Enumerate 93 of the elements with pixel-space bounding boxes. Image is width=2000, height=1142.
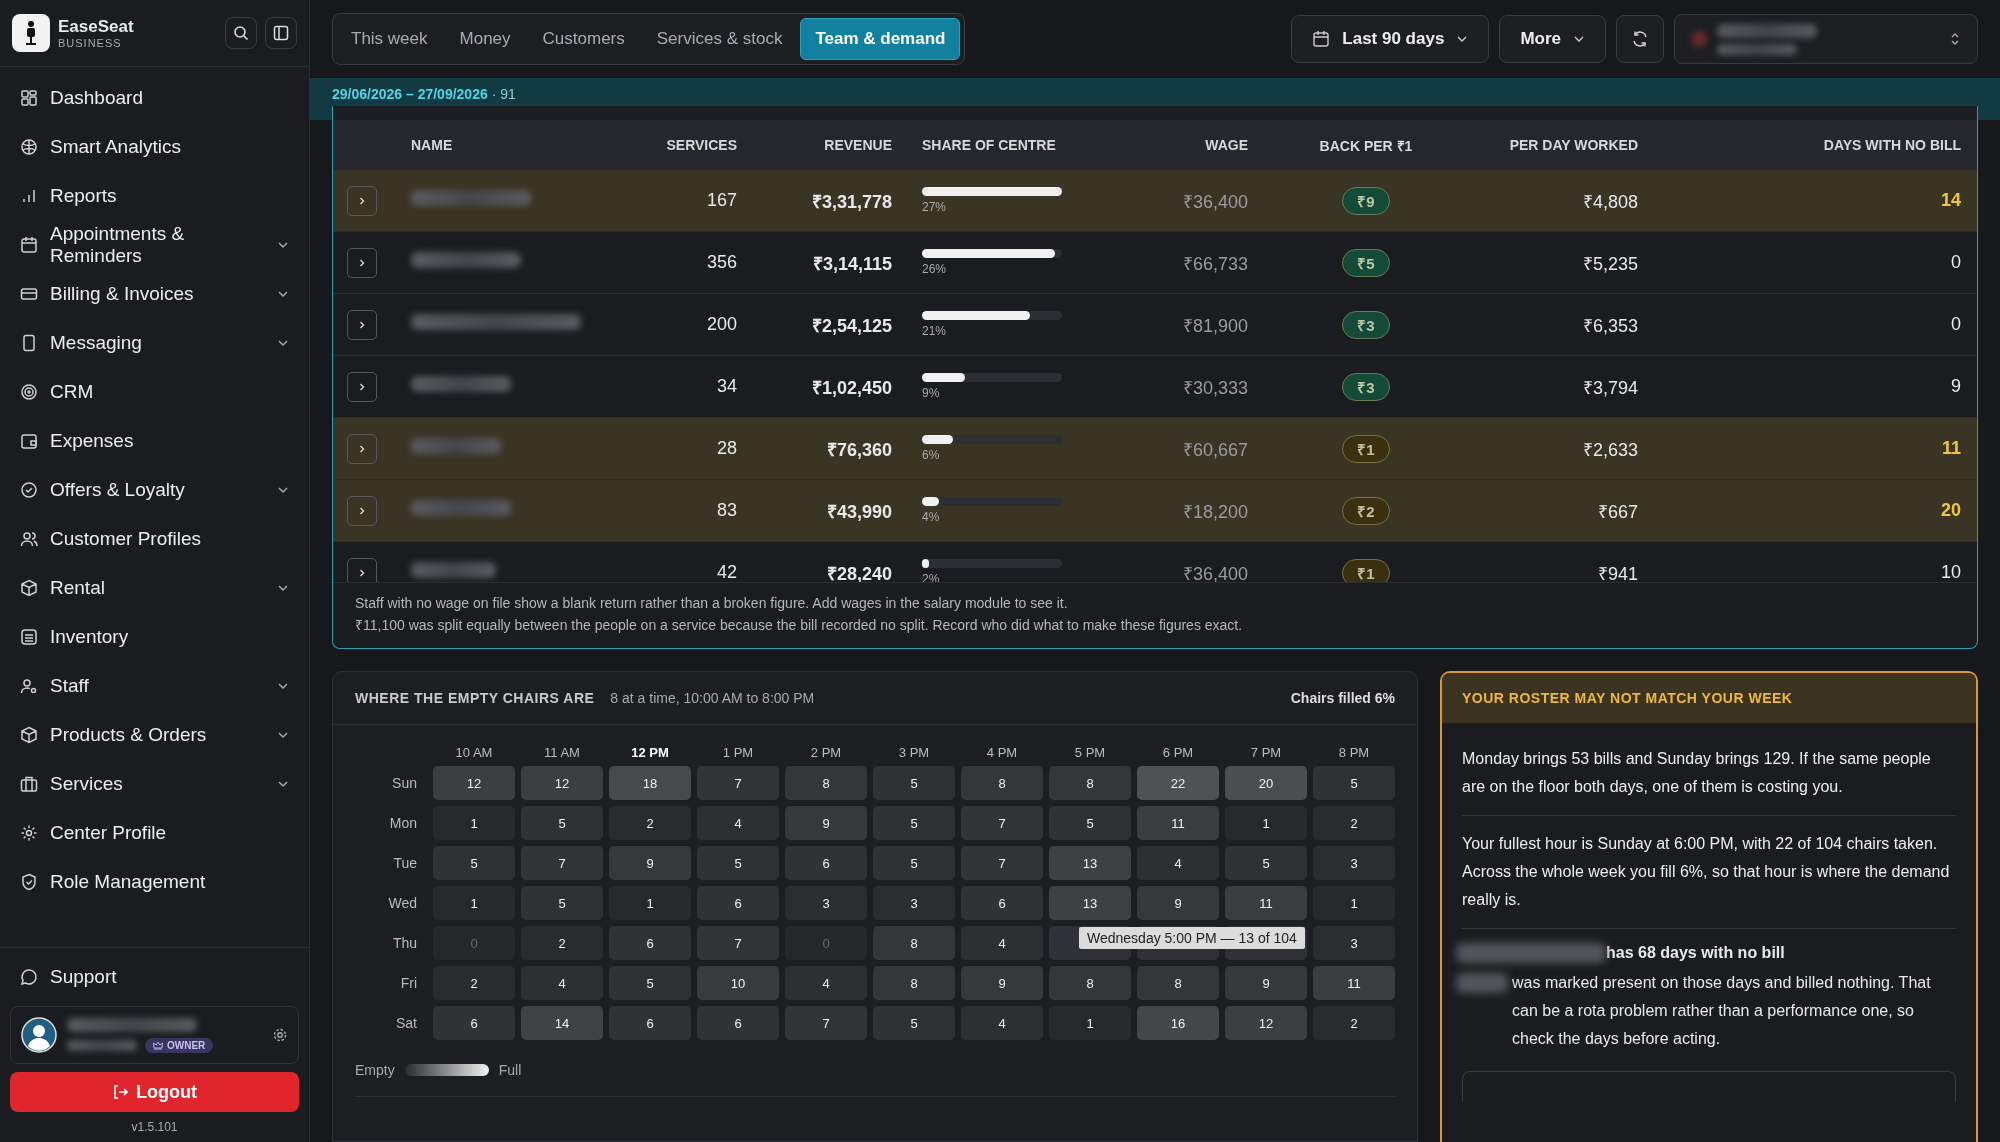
- hour-label: 2 PM: [809, 745, 843, 760]
- column-header: DAYS WITH NO BILL: [1822, 137, 1962, 153]
- table-cell-text: 9: [1950, 376, 1962, 397]
- table-cell-text: ₹3,31,778: [810, 190, 893, 213]
- table-cell-text: 0: [1950, 314, 1962, 335]
- table-cell-text: 356: [705, 252, 738, 273]
- return-badge: ₹1: [1342, 558, 1390, 582]
- table-cell-text: 200: [705, 314, 738, 335]
- panel-title: YOUR ROSTER MAY NOT MATCH YOUR WEEK: [1462, 690, 1793, 706]
- table-note: Staff with no wage on file show a blank return rather than a broken figure. Add wages in the salary module to see it.: [355, 595, 1069, 611]
- return-badge: ₹3: [1342, 310, 1390, 339]
- insight-text: Monday brings 53 bills and Sunday brings 129. If the same people are on the floor both days, one of them is costing you.: [1462, 749, 1932, 797]
- share-percent: 6%: [922, 448, 941, 462]
- table-cell-text: ₹5,235: [1581, 252, 1639, 275]
- share-percent: 21%: [922, 324, 948, 338]
- table-cell-text: ₹81,900: [1181, 314, 1249, 337]
- fill-summary: Chairs filled 6%: [1290, 690, 1395, 706]
- table-note: ₹11,100 was split equally between the people on a service because the bill recorded no split. Record who did what to make these figures exact.: [355, 616, 1244, 634]
- day-label: Tue: [392, 855, 418, 871]
- table-cell-text: ₹6,353: [1581, 314, 1639, 337]
- legend-label: Empty: [355, 1062, 395, 1078]
- hour-label: 12 PM: [630, 745, 670, 760]
- table-cell-text: 11: [1940, 438, 1962, 459]
- table-cell-text: 34: [715, 376, 738, 397]
- hour-label: 10 AM: [454, 745, 494, 760]
- brand-tagline: BUSINESS: [58, 37, 123, 49]
- day-label: Sat: [395, 1015, 418, 1031]
- hour-label: 6 PM: [1161, 745, 1195, 760]
- table-cell-text: ₹4,808: [1581, 190, 1639, 213]
- table-cell-text: ₹941: [1596, 562, 1639, 582]
- column-header: SHARE OF CENTRE: [921, 137, 1057, 153]
- role-badge: OWNER: [145, 1037, 214, 1053]
- return-badge: ₹9: [1342, 186, 1390, 215]
- column-header: PER DAY WORKED: [1508, 137, 1639, 153]
- table-cell-text: ₹36,400: [1181, 190, 1249, 213]
- return-badge: ₹5: [1342, 248, 1390, 277]
- hour-label: 8 PM: [1337, 745, 1371, 760]
- brand-name: EaseSeat: [58, 17, 135, 37]
- day-label: Thu: [391, 935, 418, 951]
- table-cell-text: 10: [1939, 562, 1962, 582]
- insight-heading: has 68 days with no bill: [1606, 944, 1785, 962]
- hour-label: 11 AM: [543, 745, 581, 760]
- table-cell-text: ₹18,200: [1181, 500, 1249, 523]
- share-percent: 4%: [922, 510, 941, 524]
- version-label: v1.5.101: [130, 1120, 179, 1134]
- table-cell-text: ₹30,333: [1181, 376, 1249, 399]
- table-cell-text: 20: [1939, 500, 1962, 521]
- table-cell-text: ₹3,14,115: [811, 252, 893, 275]
- column-header: SERVICES: [665, 137, 738, 153]
- panel-title: WHERE THE EMPTY CHAIRS ARE: [355, 690, 595, 706]
- table-cell-text: ₹60,667: [1181, 438, 1249, 461]
- return-badge: ₹1: [1342, 434, 1390, 463]
- tooltip: Wednesday 5:00 PM — 13 of 104: [1079, 927, 1305, 949]
- column-header: NAME: [410, 137, 454, 153]
- table-cell-text: ₹36,400: [1181, 562, 1249, 582]
- column-header: BACK PER ₹1: [1318, 136, 1414, 155]
- table-cell-text: 14: [1939, 190, 1962, 211]
- table-cell-text: 28: [715, 438, 738, 459]
- table-cell-text: ₹28,240: [825, 562, 893, 582]
- hour-label: 3 PM: [897, 745, 931, 760]
- day-label: Wed: [387, 895, 418, 911]
- hour-label: 1 PM: [721, 745, 755, 760]
- table-cell-text: 0: [1950, 252, 1962, 273]
- table-cell-text: 83: [715, 500, 738, 521]
- day-label: Mon: [388, 815, 418, 831]
- date-range-label: 29/06/2026 – 27/09/2026: [332, 86, 488, 102]
- column-header: WAGE: [1204, 137, 1249, 153]
- return-badge: ₹3: [1342, 372, 1390, 401]
- day-count: · 91: [491, 86, 516, 102]
- column-header: REVENUE: [823, 137, 893, 153]
- return-badge: ₹2: [1342, 496, 1390, 525]
- table-cell-text: 167: [705, 190, 738, 211]
- table-cell-text: ₹2,633: [1581, 438, 1639, 461]
- table-cell-text: ₹1,02,450: [810, 376, 893, 399]
- hour-label: 4 PM: [985, 745, 1019, 760]
- hour-label: 7 PM: [1249, 745, 1283, 760]
- table-cell-text: ₹76,360: [825, 438, 893, 461]
- day-label: Fri: [399, 975, 418, 991]
- legend-label: Full: [498, 1062, 522, 1078]
- share-percent: 26%: [922, 262, 948, 276]
- day-label: Sun: [391, 775, 418, 791]
- table-cell-text: ₹2,54,125: [810, 314, 893, 337]
- table-cell-text: ₹3,794: [1581, 376, 1639, 399]
- table-cell-text: ₹66,733: [1181, 252, 1249, 275]
- insight-text: was marked present on those days and billed nothing. That can be a rota problem rather than a performance one, so check the days before acting.: [1512, 973, 1932, 1049]
- share-percent: 9%: [922, 386, 941, 400]
- table-cell-text: ₹43,990: [825, 500, 893, 523]
- table-cell-text: ₹667: [1596, 500, 1639, 523]
- hour-label: 5 PM: [1073, 745, 1107, 760]
- share-percent: 27%: [922, 200, 948, 214]
- panel-subtitle: 8 at a time, 10:00 AM to 8:00 PM: [610, 690, 815, 706]
- table-cell-text: 42: [715, 562, 738, 582]
- insight-text: Your fullest hour is Sunday at 6:00 PM, with 22 of 104 chairs taken. Across the whole week you fill 6%, so that hour is where the demand really is.: [1462, 834, 1951, 910]
